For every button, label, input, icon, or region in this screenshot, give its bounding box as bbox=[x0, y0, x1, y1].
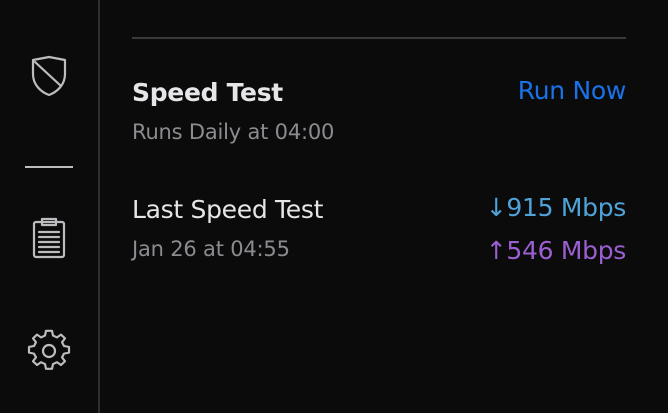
speed-test-title: Speed Test bbox=[132, 78, 283, 107]
main-panel: Speed Test Runs Daily at 04:00 Run Now L… bbox=[100, 0, 668, 413]
sidebar-item-settings[interactable] bbox=[25, 327, 73, 375]
app-window: Speed Test Runs Daily at 04:00 Run Now L… bbox=[0, 0, 668, 413]
last-speed-test-timestamp: Jan 26 at 04:55 bbox=[132, 237, 290, 261]
sidebar-item-security[interactable] bbox=[25, 52, 73, 100]
download-speed: ↓915 Mbps bbox=[485, 193, 627, 222]
gear-icon bbox=[27, 329, 71, 370]
speed-test-schedule: Runs Daily at 04:00 bbox=[132, 120, 335, 144]
clipboard-list-icon bbox=[32, 217, 66, 259]
sidebar-item-logs[interactable] bbox=[25, 214, 73, 262]
sidebar-divider bbox=[25, 166, 73, 168]
run-now-button[interactable]: Run Now bbox=[518, 76, 627, 105]
shield-icon bbox=[31, 55, 67, 97]
section-divider bbox=[132, 37, 626, 39]
upload-speed: ↑546 Mbps bbox=[485, 236, 627, 265]
sidebar bbox=[0, 0, 100, 413]
last-speed-test-title: Last Speed Test bbox=[132, 195, 324, 224]
